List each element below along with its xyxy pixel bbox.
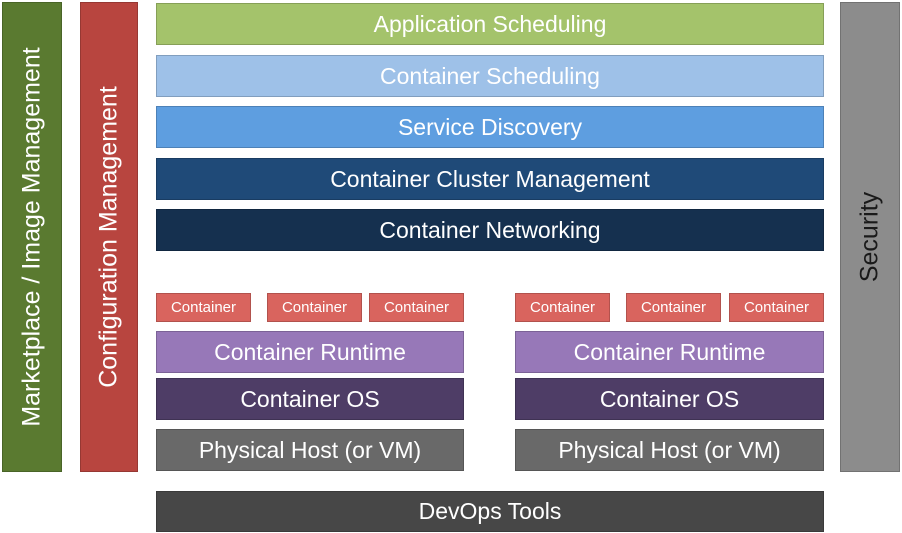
host-2-physical-host: Physical Host (or VM): [515, 429, 824, 471]
service-discovery-layer: Service Discovery: [156, 106, 824, 148]
configuration-management-label: Configuration Management: [94, 86, 123, 388]
host-1-physical-host: Physical Host (or VM): [156, 429, 464, 471]
container-cluster-management-layer: Container Cluster Management: [156, 158, 824, 200]
container-networking-layer: Container Networking: [156, 209, 824, 251]
host-1-container-os: Container OS: [156, 378, 464, 420]
configuration-management-bar: Configuration Management: [80, 2, 138, 472]
container-scheduling-layer: Container Scheduling: [156, 55, 824, 97]
host-1-container-2: Container: [267, 293, 362, 322]
host-2-container-2: Container: [626, 293, 721, 322]
application-scheduling-layer: Application Scheduling: [156, 3, 824, 45]
host-2-container-os: Container OS: [515, 378, 824, 420]
host-2-container-1: Container: [515, 293, 610, 322]
host-1-container-3: Container: [369, 293, 464, 322]
marketplace-image-management-label: Marketplace / Image Management: [17, 47, 46, 427]
host-1-container-1: Container: [156, 293, 251, 322]
security-bar: Security: [840, 2, 900, 472]
host-2-container-3: Container: [729, 293, 824, 322]
security-label: Security: [855, 191, 884, 283]
marketplace-image-management-bar: Marketplace / Image Management: [2, 2, 62, 472]
host-1-container-runtime: Container Runtime: [156, 331, 464, 373]
host-2-container-runtime: Container Runtime: [515, 331, 824, 373]
devops-tools-bar: DevOps Tools: [156, 491, 824, 532]
